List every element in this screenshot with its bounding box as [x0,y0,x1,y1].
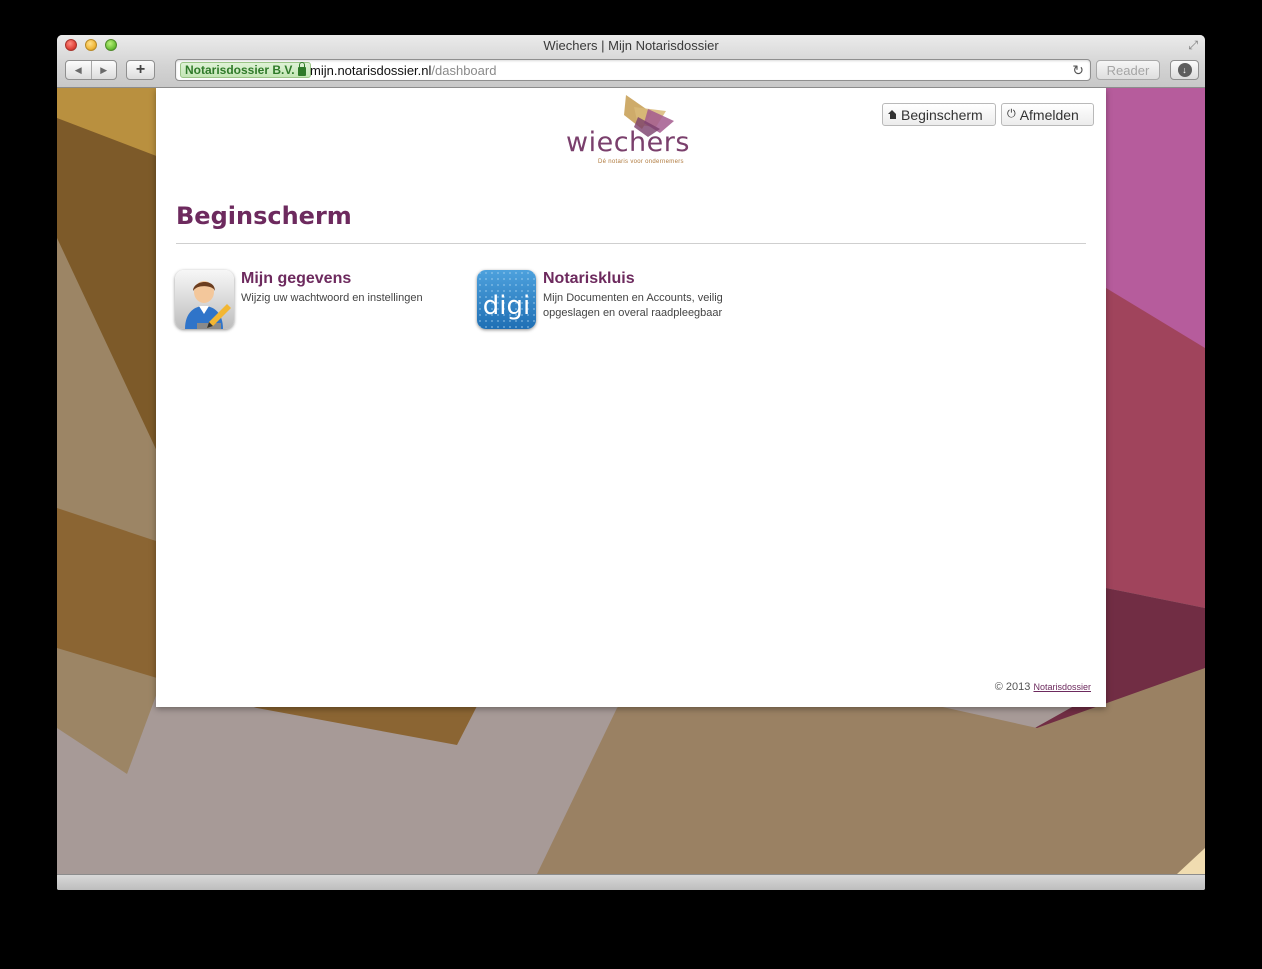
address-bar[interactable]: Notarisdossier B.V. mijn.notarisdossier.… [175,59,1091,81]
copyright-text: © 2013 [994,681,1031,693]
page-viewport: wiechers Dé notaris voor ondernemers Beg… [57,88,1205,874]
tile-title[interactable]: Mijn gegevens [241,270,351,288]
new-tab-button[interactable]: + [126,60,155,80]
downloads-button[interactable]: ↓ [1170,60,1199,80]
home-button[interactable]: Beginscherm [882,103,996,126]
logout-button[interactable]: ⏻ Afmelden [1001,103,1094,126]
logout-button-label: Afmelden [1019,106,1079,123]
home-icon [888,110,897,119]
ev-certificate-label: Notarisdossier B.V. [185,63,295,77]
browser-window: Wiechers | Mijn Notarisdossier ⤢ ◀ ▶ + N… [57,35,1205,890]
home-button-label: Beginscherm [901,106,983,123]
browser-toolbar: Wiechers | Mijn Notarisdossier ⤢ ◀ ▶ + N… [57,35,1205,88]
tile-description: Wijzig uw wachtwoord en instellingen [241,292,423,304]
user-edit-icon[interactable] [175,270,234,329]
power-icon: ⏻ [1007,108,1016,120]
window-title: Wiechers | Mijn Notarisdossier [543,38,719,53]
digi-icon[interactable]: digi [477,270,536,329]
tile-title[interactable]: Notariskluis [543,270,635,288]
logo-wordmark: wiechers [566,127,690,158]
page-container: wiechers Dé notaris voor ondernemers Beg… [156,88,1106,707]
lock-icon [297,61,306,76]
reload-icon[interactable]: ↻ [1072,62,1084,79]
forward-button[interactable]: ▶ [90,61,117,79]
logo-tagline: Dé notaris voor ondernemers [598,159,684,165]
download-icon: ↓ [1177,63,1192,77]
footer: © 2013 Notarisdossier [995,681,1091,693]
history-nav: ◀ ▶ [65,60,117,80]
tile-description: Mijn Documenten en Accounts, veilig opge… [543,292,723,319]
url-host: mijn.notarisdossier.nl [310,63,432,78]
fullscreen-icon[interactable]: ⤢ [1188,38,1198,53]
digi-icon-text: digi [483,291,530,321]
footer-link[interactable]: Notarisdossier [1033,682,1091,692]
url-text: mijn.notarisdossier.nl/dashboard [310,63,496,78]
status-bar [57,874,1205,890]
url-path: /dashboard [431,63,497,78]
reader-button[interactable]: Reader [1096,60,1160,80]
back-button[interactable]: ◀ [66,61,91,79]
ev-certificate-badge[interactable]: Notarisdossier B.V. [180,61,311,78]
page-title: Beginscherm [176,202,352,230]
title-divider [176,243,1086,244]
